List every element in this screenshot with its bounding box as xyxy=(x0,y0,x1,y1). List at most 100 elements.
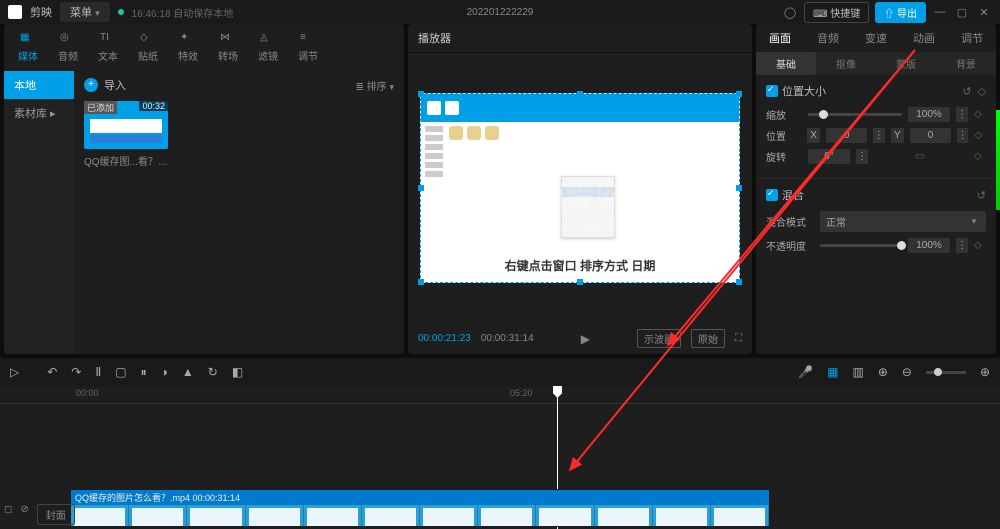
freeze-tool[interactable]: ⏸ xyxy=(141,365,147,380)
subtab-mask[interactable]: 蒙版 xyxy=(876,52,936,75)
subtab-bg[interactable]: 背景 xyxy=(936,52,996,75)
autosave-text: 16:46:18 自动保存本地 xyxy=(132,5,234,20)
crop-tool[interactable]: ◧ xyxy=(232,365,243,379)
keyframe-icon[interactable]: ◇ xyxy=(978,85,986,98)
zoom-in-icon[interactable]: ⊕ xyxy=(980,365,990,379)
clip-filename: QQ缓存图...看？.mp4 xyxy=(84,153,168,168)
pos-y-label: Y xyxy=(891,128,905,143)
timeline-ruler[interactable]: 00:00 05:20 xyxy=(0,386,1000,404)
opacity-value[interactable]: 100% xyxy=(908,238,950,253)
ratio-lock-icon[interactable]: ▭ xyxy=(915,151,927,162)
fullscreen-icon[interactable]: ⛶ xyxy=(735,333,742,344)
media-category-tabs: ▦媒体 ◎音频 TI文本 ◇贴纸 ✦特效 ⋈转场 ◬滤镜 ≡调节 xyxy=(4,24,404,71)
scale-stepper[interactable]: ⋮ xyxy=(956,107,968,122)
reset-icon[interactable]: ↺ xyxy=(977,189,986,202)
blend-toggle[interactable] xyxy=(766,189,778,201)
keyframe-icon[interactable]: ◇ xyxy=(974,109,986,120)
track-toggle-icon[interactable]: ◻ xyxy=(4,504,12,525)
tab-picture[interactable]: 画面 xyxy=(756,24,804,52)
scale-slider[interactable] xyxy=(808,113,902,116)
rotate-stepper[interactable]: ⋮ xyxy=(856,149,868,164)
inspector-subtabs: 基础 抠像 蒙版 背景 xyxy=(756,52,996,75)
pos-y-stepper[interactable]: ⋮ xyxy=(957,128,969,143)
window-close[interactable]: ✕ xyxy=(976,6,992,19)
original-button[interactable]: 原始 xyxy=(691,329,725,348)
opacity-stepper[interactable]: ⋮ xyxy=(956,238,968,253)
media-source-list: 本地 素材库 ▸ xyxy=(4,71,74,354)
clip-duration: 00:32 xyxy=(139,101,168,111)
player-viewport[interactable]: 右键点击窗口 排序方式 日期 硕爱网 www.sxiaw.com xyxy=(408,53,752,323)
subtab-cutout[interactable]: 抠像 xyxy=(816,52,876,75)
delete-tool[interactable]: ▢ xyxy=(115,365,126,379)
pos-x-value[interactable]: 0 xyxy=(826,128,867,143)
pos-x-stepper[interactable]: ⋮ xyxy=(873,128,885,143)
mirror-tool[interactable]: ▲ xyxy=(182,365,194,379)
subtab-basic[interactable]: 基础 xyxy=(756,52,816,75)
link-icon[interactable]: ▥ xyxy=(852,365,863,379)
media-panel: ▦媒体 ◎音频 TI文本 ◇贴纸 ✦特效 ⋈转场 ◬滤镜 ≡调节 本地 素材库 … xyxy=(4,24,404,354)
player-header: 播放器 xyxy=(408,24,752,53)
media-thumbnail[interactable]: 已添加 00:32 QQ缓存图...看？.mp4 xyxy=(84,101,168,168)
reverse-tool[interactable]: ◑ xyxy=(161,365,168,379)
source-local[interactable]: 本地 xyxy=(4,71,74,99)
undo-icon[interactable]: ↶ xyxy=(47,365,57,379)
tab-filter[interactable]: ◬滤镜 xyxy=(250,28,286,67)
tab-iadjust[interactable]: 调节 xyxy=(948,24,996,52)
pos-y-value[interactable]: 0 xyxy=(910,128,951,143)
titlebar: 剪映 菜单 ▾ 16:46:18 自动保存本地 202201222229 ◯ ⌨… xyxy=(0,0,1000,24)
tab-transition[interactable]: ⋈转场 xyxy=(210,28,246,67)
timecode-current: 00:00:21:23 xyxy=(418,333,471,344)
timeline[interactable]: 00:00 05:20 QQ缓存的图片怎么看？.mp4 00:00:31:14 … xyxy=(0,386,1000,529)
tab-anim[interactable]: 动画 xyxy=(900,24,948,52)
play-button[interactable]: ▶ xyxy=(581,332,590,346)
tab-effects[interactable]: ✦特效 xyxy=(170,28,206,67)
import-button[interactable]: + xyxy=(84,78,98,92)
reset-icon[interactable]: ↺ xyxy=(962,85,971,98)
mic-icon[interactable]: 🎤 xyxy=(798,365,813,379)
split-tool[interactable]: Ⅱ xyxy=(95,365,101,379)
tab-speed[interactable]: 变速 xyxy=(852,24,900,52)
time-mark: 00:00 xyxy=(76,388,99,398)
keyframe-icon[interactable]: ◇ xyxy=(974,130,986,141)
audio-icon: ◎ xyxy=(60,32,76,46)
save-status-dot xyxy=(118,9,124,15)
rotate-tool[interactable]: ↻ xyxy=(208,365,218,379)
menu-button[interactable]: 菜单 ▾ xyxy=(60,2,110,22)
app-logo xyxy=(8,5,22,19)
window-maximize[interactable]: ▢ xyxy=(954,6,970,19)
effects-icon: ✦ xyxy=(180,32,196,46)
cover-button[interactable]: 封面 xyxy=(37,504,75,525)
track-lock-icon[interactable]: ⊘ xyxy=(20,504,28,525)
zoom-out-icon[interactable]: ⊖ xyxy=(902,365,912,379)
zoom-slider[interactable] xyxy=(926,371,966,374)
keyframe-icon[interactable]: ◇ xyxy=(974,151,986,162)
scope-button[interactable]: 示波器 xyxy=(637,329,681,348)
media-icon: ▦ xyxy=(20,32,36,46)
timeline-clip[interactable]: QQ缓存的图片怎么看？.mp4 00:00:31:14 xyxy=(70,489,770,527)
blend-mode-select[interactable]: 正常▾ xyxy=(820,211,986,232)
tab-adjust[interactable]: ≡调节 xyxy=(290,28,326,67)
help-icon[interactable]: ◯ xyxy=(782,6,798,19)
rotate-value[interactable]: 0° xyxy=(808,149,850,164)
redo-icon[interactable]: ↷ xyxy=(71,365,81,379)
magnet-on-icon[interactable]: ▦ xyxy=(827,365,838,379)
opacity-slider[interactable] xyxy=(820,244,902,247)
window-minimize[interactable]: — xyxy=(932,6,948,18)
preview-frame[interactable]: 右键点击窗口 排序方式 日期 xyxy=(420,93,740,283)
shortcut-button[interactable]: ⌨ 快捷键 xyxy=(804,2,869,23)
tab-iaudio[interactable]: 音频 xyxy=(804,24,852,52)
position-size-toggle[interactable] xyxy=(766,85,778,97)
preview-icon[interactable]: ⊕ xyxy=(878,365,888,379)
tab-text[interactable]: TI文本 xyxy=(90,28,126,67)
time-mark: 05:20 xyxy=(510,388,533,398)
keyframe-icon[interactable]: ◇ xyxy=(974,240,986,251)
pointer-tool[interactable]: ▷ xyxy=(10,365,19,379)
scale-value[interactable]: 100% xyxy=(908,107,950,122)
tab-sticker[interactable]: ◇贴纸 xyxy=(130,28,166,67)
export-button[interactable]: ⇧ 导出 xyxy=(875,2,926,23)
pos-x-label: X xyxy=(807,128,821,143)
tab-audio[interactable]: ◎音频 xyxy=(50,28,86,67)
tab-media[interactable]: ▦媒体 xyxy=(10,28,46,67)
sort-button[interactable]: ≣ 排序 ▾ xyxy=(356,78,394,93)
source-library[interactable]: 素材库 ▸ xyxy=(4,99,74,127)
